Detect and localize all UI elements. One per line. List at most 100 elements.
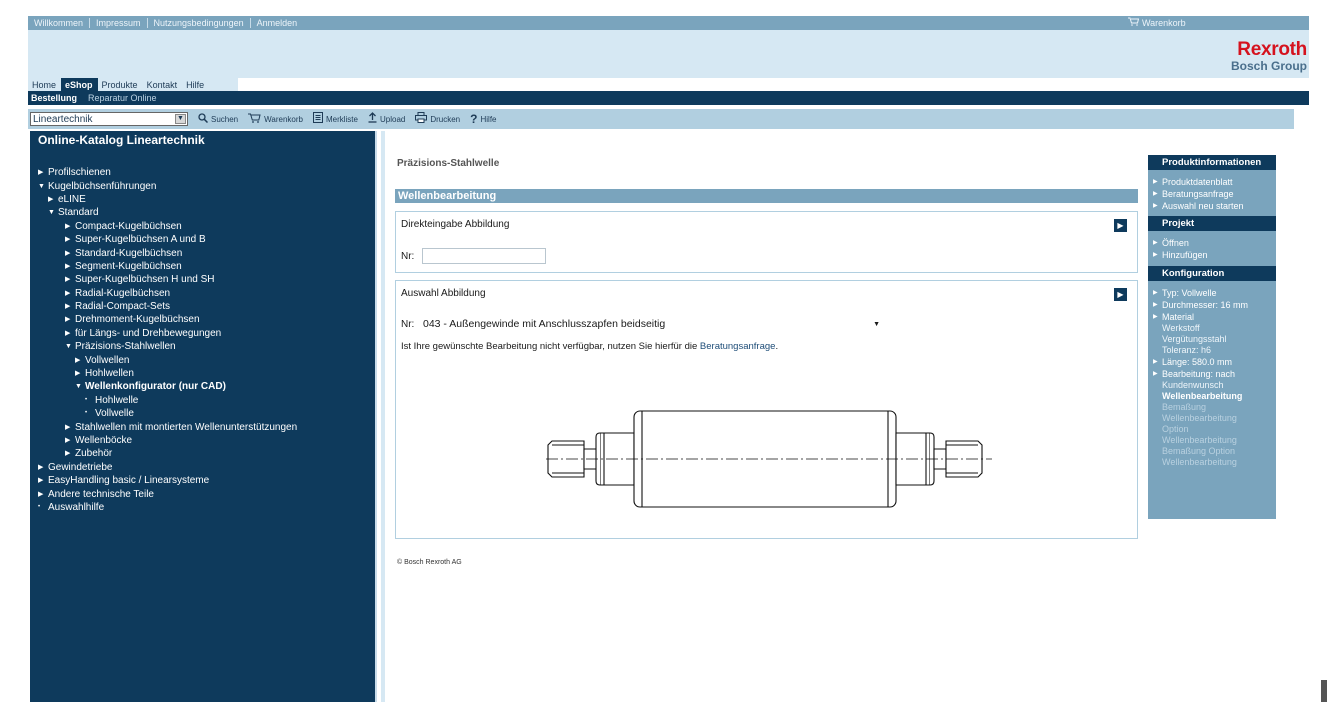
caret-right-icon: ▶ xyxy=(65,276,71,284)
produktinfo-heading: Produktinformationen xyxy=(1148,155,1276,170)
bearbeitung-link[interactable]: ▶ Bearbeitung: nach xyxy=(1148,368,1276,380)
tree-item[interactable]: ▶ Drehmoment-Kugelbüchsen xyxy=(30,313,297,326)
arrow-right-icon: ▶ xyxy=(1153,302,1158,308)
help-icon: ? xyxy=(470,112,478,126)
rexroth-logo[interactable]: Rexroth Bosch Group xyxy=(1231,40,1307,72)
brand-bar: Rexroth Bosch Group xyxy=(28,30,1309,78)
print-label: Drucken xyxy=(430,114,461,124)
tree-item[interactable]: • Hohlwelle xyxy=(30,394,297,407)
tree-item[interactable]: ▼ Präzisions-Stahlwellen xyxy=(30,340,297,353)
page-frame: Willkommen Impressum Nutzungsbedingungen… xyxy=(28,0,1309,702)
tree-item[interactable]: ▶ für Längs- und Drehbewegungen xyxy=(30,327,297,340)
tree-item[interactable]: ▶ Wellenböcke xyxy=(30,434,297,447)
print-icon xyxy=(415,112,428,126)
tab-produkte[interactable]: Produkte xyxy=(98,78,143,91)
disabled-step-5: Bemaßung Option xyxy=(1162,446,1236,456)
tree-item[interactable]: ▶ Standard-Kugelbüchsen xyxy=(30,246,297,259)
link-anmelden[interactable]: Anmelden xyxy=(251,18,304,28)
material-link[interactable]: ▶ Material xyxy=(1148,311,1276,323)
link-willkommen[interactable]: Willkommen xyxy=(28,18,91,28)
durchmesser-link[interactable]: ▶ Durchmesser: 16 mm xyxy=(1148,299,1276,311)
tab-eshop[interactable]: eShop xyxy=(61,78,98,91)
subtab-bestellung[interactable]: Bestellung xyxy=(28,93,85,103)
caret-down-icon: ▼ xyxy=(48,209,55,217)
link-impressum[interactable]: Impressum xyxy=(90,18,148,28)
merkliste-label: Merkliste xyxy=(325,114,358,124)
tree-item-label: Vollwellen xyxy=(85,354,130,366)
direct-entry-panel: Direkteingabe Abbildung ▶ Nr: xyxy=(395,211,1138,273)
tree-item-label: Gewindetriebe xyxy=(48,461,113,473)
tree-item[interactable]: • Vollwelle xyxy=(30,407,297,420)
abbildung-select[interactable]: 043 - Außengewinde mit Anschlusszapfen b… xyxy=(422,318,884,331)
merkliste-button[interactable]: Merkliste xyxy=(312,112,358,126)
tree-item[interactable]: ▶ Stahlwellen mit montierten Wellenunters… xyxy=(30,420,297,433)
upload-label: Upload xyxy=(379,114,406,124)
upload-button[interactable]: Upload xyxy=(368,112,405,126)
nr-label: Nr: xyxy=(401,251,415,262)
oeffnen-link[interactable]: ▶ Öffnen xyxy=(1148,237,1276,249)
auswahl-neu-starten-label: Auswahl neu starten xyxy=(1162,201,1244,211)
laenge-label: Länge: 580.0 mm xyxy=(1162,357,1233,367)
top-cart-link[interactable]: Warenkorb xyxy=(1128,17,1186,28)
tree-item-label: für Längs- und Drehbewegungen xyxy=(75,327,222,339)
hinzufuegen-link[interactable]: ▶ Hinzufügen xyxy=(1148,249,1276,261)
cart-button[interactable]: Warenkorb xyxy=(248,113,303,126)
tab-hilfe[interactable]: Hilfe xyxy=(182,78,209,91)
catalog-select-value: Lineartechnik xyxy=(33,113,93,125)
beratungsanfrage-panel-link[interactable]: ▶ Beratungsanfrage xyxy=(1148,188,1276,200)
produktdatenblatt-link[interactable]: ▶ Produktdatenblatt xyxy=(1148,176,1276,188)
typ-link[interactable]: ▶ Typ: Vollwelle xyxy=(1148,287,1276,299)
print-button[interactable]: Drucken xyxy=(415,112,460,126)
tree-item[interactable]: ▼ Standard xyxy=(30,206,297,219)
tree-item[interactable]: ▶ Profilschienen xyxy=(30,166,297,179)
caret-right-icon: ▶ xyxy=(48,195,54,203)
tree-item[interactable]: ▶ Andere technische Teile xyxy=(30,487,297,500)
tree-item[interactable]: ▶ EasyHandling basic / Linearsysteme xyxy=(30,474,297,487)
subtab-reparatur-online[interactable]: Reparatur Online xyxy=(85,93,165,103)
shaft-drawing xyxy=(546,409,996,512)
link-nutzungsbedingungen[interactable]: Nutzungsbedingungen xyxy=(148,18,251,28)
durchmesser-label: Durchmesser: 16 mm xyxy=(1162,300,1249,310)
laenge-link[interactable]: ▶ Länge: 580.0 mm xyxy=(1148,356,1276,368)
oeffnen-label: Öffnen xyxy=(1162,238,1189,248)
beratungsanfrage-label: Beratungsanfrage xyxy=(1162,189,1234,199)
arrow-right-icon: ▶ xyxy=(1153,203,1158,209)
tree-item[interactable]: ▶ Compact-Kugelbüchsen xyxy=(30,220,297,233)
help-button[interactable]: ? Hilfe xyxy=(470,112,496,126)
disabled-step-6: Wellenbearbeitung xyxy=(1162,457,1237,467)
tree-item[interactable]: ▶ Segment-Kugelbüchsen xyxy=(30,260,297,273)
tree-item[interactable]: ▶ Zubehör xyxy=(30,447,297,460)
tab-home[interactable]: Home xyxy=(28,78,61,91)
tree-item-label: Andere technische Teile xyxy=(48,488,154,500)
material-detail-1: Werkstoff xyxy=(1162,323,1200,333)
caret-right-icon: ▶ xyxy=(65,316,71,324)
tree-item-label: Auswahlhilfe xyxy=(48,501,105,513)
tab-kontakt[interactable]: Kontakt xyxy=(143,78,183,91)
caret-down-icon: ▼ xyxy=(75,383,82,391)
tree-item[interactable]: ▶ Hohlwellen xyxy=(30,367,297,380)
tree-item[interactable]: ▶ Radial-Kugelbüchsen xyxy=(30,287,297,300)
main-content: Präzisions-Stahlwelle Wellenbearbeitung … xyxy=(385,131,1138,702)
tree-item[interactable]: ▶ Gewindetriebe xyxy=(30,461,297,474)
direct-entry-go-button[interactable]: ▶ xyxy=(1114,219,1127,232)
nr-input[interactable] xyxy=(422,248,546,264)
catalog-select[interactable]: Lineartechnik ▼ xyxy=(30,112,188,126)
beratungsanfrage-link[interactable]: Beratungsanfrage xyxy=(700,341,776,352)
tree-item-label: Standard xyxy=(58,207,99,219)
sidebar-heading: Online-Katalog Lineartechnik xyxy=(38,133,205,147)
selection-go-button[interactable]: ▶ xyxy=(1114,288,1127,301)
tree-item[interactable]: • Auswahlhilfe xyxy=(30,501,297,514)
tree-item[interactable]: ▶ Super-Kugelbüchsen A und B xyxy=(30,233,297,246)
auswahl-neu-starten-link[interactable]: ▶ Auswahl neu starten xyxy=(1148,200,1276,212)
tree-item[interactable]: ▶ eLINE xyxy=(30,193,297,206)
search-button[interactable]: Suchen xyxy=(198,112,238,126)
tree-item[interactable]: ▶ Vollwellen xyxy=(30,353,297,366)
dropdown-arrow-icon[interactable]: ▼ xyxy=(175,114,186,124)
tree-item[interactable]: ▼ Wellenkonfigurator (nur CAD) xyxy=(30,380,297,393)
chevron-down-icon: ▼ xyxy=(873,321,880,328)
tree-item[interactable]: ▶ Super-Kugelbüchsen H und SH xyxy=(30,273,297,286)
caret-right-icon: ▶ xyxy=(65,262,71,270)
upload-icon xyxy=(368,112,377,126)
tree-item[interactable]: ▼ Kugelbüchsenführungen xyxy=(30,179,297,192)
tree-item[interactable]: ▶ Radial-Compact-Sets xyxy=(30,300,297,313)
